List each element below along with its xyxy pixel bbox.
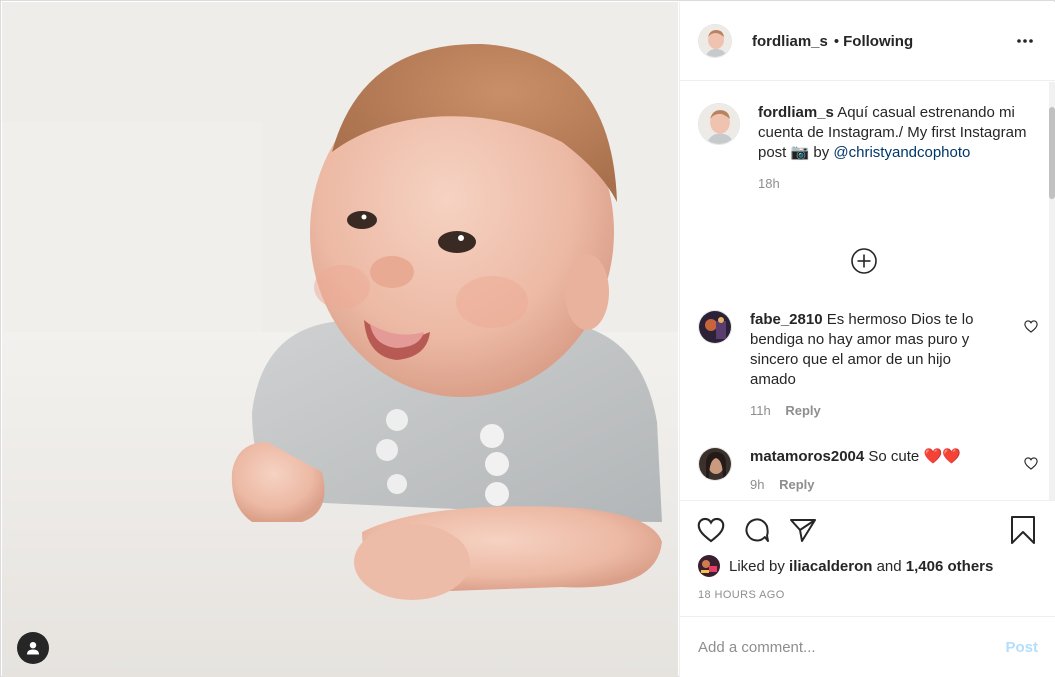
baby-avatar-image <box>699 104 739 144</box>
liker-username[interactable]: iliacalderon <box>789 558 872 575</box>
post-side-panel: fordliam_s • Following fordliam_s Aquí c… <box>679 2 1055 677</box>
more-dots-icon <box>1017 39 1033 43</box>
comment-like-button[interactable] <box>1024 320 1038 336</box>
load-more-comments-button[interactable] <box>850 247 878 275</box>
commenter-avatar-image <box>699 311 731 343</box>
comment-time[interactable]: 9h <box>750 477 764 492</box>
action-buttons <box>696 515 834 545</box>
post-comment-button[interactable]: Post <box>1005 639 1038 656</box>
add-comment-bar: Post <box>680 616 1055 677</box>
post-photo[interactable] <box>2 2 678 677</box>
baby-avatar-image <box>699 25 731 57</box>
comment-username[interactable]: fabe_2810 <box>750 311 823 328</box>
caption-by: by <box>813 144 830 161</box>
caption-meta: 18h <box>758 174 1038 194</box>
comment-meta: 9h Reply <box>750 475 990 495</box>
liker-avatar[interactable] <box>698 555 720 577</box>
commenter-avatar[interactable] <box>698 447 732 481</box>
commenter-avatar-image <box>699 448 731 480</box>
user-tag-icon <box>27 642 39 655</box>
post-modal: fordliam_s • Following fordliam_s Aquí c… <box>0 0 1055 677</box>
comment-button[interactable] <box>742 515 772 545</box>
post-header: fordliam_s • Following <box>680 2 1055 81</box>
comment-item: matamoros2004 So cute ❤️❤️ 9h Reply <box>698 447 1038 495</box>
paper-plane-icon <box>790 519 816 542</box>
heart-icon <box>1024 457 1038 470</box>
caption-body: fordliam_s Aquí casual estrenando mi cue… <box>758 103 1038 194</box>
comments-list[interactable]: fordliam_s Aquí casual estrenando mi cue… <box>680 82 1055 500</box>
comment-body: matamoros2004 So cute ❤️❤️ 9h Reply <box>750 447 990 495</box>
share-button[interactable] <box>788 515 818 545</box>
comment-body: fabe_2810 Es hermoso Dios te lo bendiga … <box>750 310 990 421</box>
caption-time[interactable]: 18h <box>758 176 780 191</box>
following-button[interactable]: Following <box>843 33 913 50</box>
red-hearts-emoji: ❤️❤️ <box>923 448 961 465</box>
more-options-button[interactable] <box>1014 30 1036 52</box>
liked-conjunction: and <box>876 557 902 575</box>
comment-username[interactable]: matamoros2004 <box>750 448 864 465</box>
tagged-users-button[interactable] <box>17 632 49 664</box>
reply-button[interactable]: Reply <box>779 477 814 492</box>
caption-author-avatar[interactable] <box>698 103 740 145</box>
caption-username[interactable]: fordliam_s <box>758 104 834 121</box>
comment-input[interactable] <box>698 638 1006 656</box>
commenter-avatar[interactable] <box>698 310 732 344</box>
separator-dot: • <box>833 32 840 50</box>
comment-text: So cute <box>868 448 920 465</box>
comment-item: fabe_2810 Es hermoso Dios te lo bendiga … <box>698 310 1038 421</box>
likes-count-link[interactable]: 1,406 others <box>906 558 994 575</box>
author-username[interactable]: fordliam_s <box>752 33 828 50</box>
author-avatar[interactable] <box>698 24 732 58</box>
comment-like-button[interactable] <box>1024 457 1038 473</box>
baby-photo-illustration <box>2 2 678 677</box>
plus-circle-icon <box>851 248 877 274</box>
heart-icon <box>1024 320 1038 333</box>
bookmark-icon <box>1011 516 1035 544</box>
post-timestamp[interactable]: 18 HOURS AGO <box>698 589 785 601</box>
comment-meta: 11h Reply <box>750 401 990 421</box>
scrollbar-thumb[interactable] <box>1049 107 1055 199</box>
liked-by-prefix: Liked by <box>729 557 785 575</box>
liker-avatar-image <box>698 555 720 577</box>
heart-icon <box>697 517 725 543</box>
comment-time[interactable]: 11h <box>750 403 771 418</box>
caption: fordliam_s Aquí casual estrenando mi cue… <box>698 103 1038 194</box>
like-button[interactable] <box>696 515 726 545</box>
comment-bubble-icon <box>745 518 769 542</box>
mention-link[interactable]: @christyandcophoto <box>833 144 970 161</box>
likes-summary: Liked by iliacalderon and 1,406 others <box>698 555 993 577</box>
post-actions: Liked by iliacalderon and 1,406 others 1… <box>680 500 1055 616</box>
reply-button[interactable]: Reply <box>785 403 820 418</box>
camera-emoji: 📷 <box>790 144 810 161</box>
save-button[interactable] <box>1010 515 1040 545</box>
